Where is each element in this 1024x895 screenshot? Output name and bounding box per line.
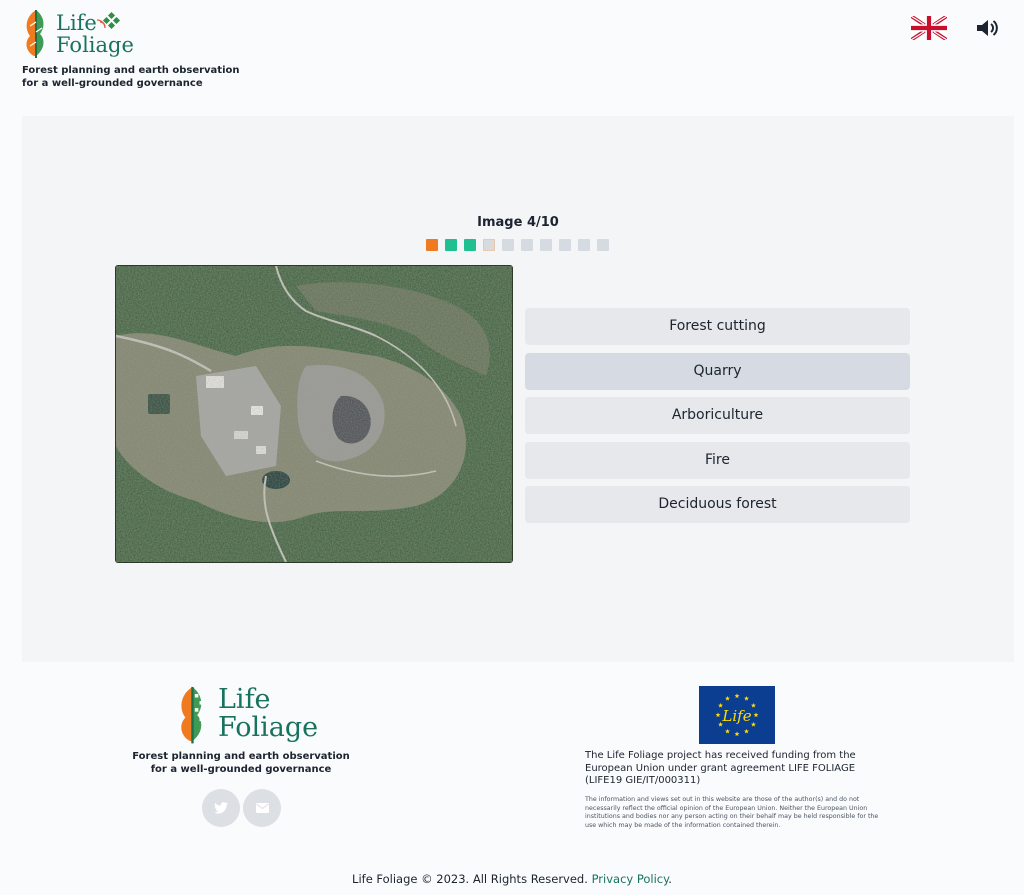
eu-logo-text: Life [721, 707, 751, 725]
progress-dot-3 [464, 239, 476, 251]
copyright: Life Foliage © 2023. All Rights Reserved… [0, 872, 1024, 886]
satellite-icon [96, 11, 121, 30]
progress-dot-5 [502, 239, 514, 251]
copyright-suffix: . [668, 872, 672, 886]
progress-dot-1 [426, 239, 438, 251]
answer-quarry[interactable]: Quarry [525, 352, 910, 390]
twitter-icon [214, 802, 228, 814]
uk-flag-icon[interactable] [911, 16, 947, 40]
quiz-panel: Image 4/10 Forest cutting Quarry Arboric… [22, 116, 1014, 662]
mail-icon [255, 803, 269, 813]
header: Life Foliage Forest planning and earth o… [0, 0, 1024, 116]
satellite-image [115, 265, 513, 563]
footer-logo-wordmark: Life Foliage [218, 686, 318, 742]
email-button[interactable] [243, 789, 281, 827]
answer-list: Forest cutting Quarry Arboriculture Fire… [525, 308, 910, 531]
progress-dot-4 [483, 239, 495, 251]
progress-dot-8 [559, 239, 571, 251]
eu-flag-icon: Life [699, 686, 775, 744]
progress-dot-6 [521, 239, 533, 251]
answer-forest-cutting[interactable]: Forest cutting [525, 308, 910, 345]
progress-dot-9 [578, 239, 590, 251]
progress-dot-7 [540, 239, 552, 251]
footer-tagline: Forest planning and earth observation fo… [130, 750, 352, 776]
privacy-policy-link[interactable]: Privacy Policy [592, 872, 669, 886]
progress-dot-2 [445, 239, 457, 251]
sound-icon[interactable] [975, 17, 999, 39]
footer-tagline-line-2: for a well-grounded governance [150, 764, 332, 775]
answer-deciduous-forest[interactable]: Deciduous forest [525, 486, 910, 523]
footer-logo-line-2: Foliage [218, 712, 319, 743]
logo[interactable]: Life Foliage [22, 8, 134, 62]
leaf-logo-icon [26, 10, 44, 58]
funding-statement: The Life Foliage project has received fu… [585, 750, 856, 786]
copyright-text: Life Foliage © 2023. All Rights Reserved… [352, 872, 592, 886]
logo-line-2: Foliage [56, 33, 134, 57]
satellite-image-graphic [116, 266, 512, 562]
leaf-logo-icon [181, 686, 204, 744]
answer-fire[interactable]: Fire [525, 441, 910, 479]
footer-logo-line-1: Life [218, 684, 271, 715]
progress-indicator [426, 239, 609, 251]
footer-logo[interactable]: Life Foliage [176, 682, 318, 744]
footer-tagline-line-1: Forest planning and earth observation [132, 751, 350, 762]
header-tagline: Forest planning and earth observation fo… [22, 64, 242, 90]
twitter-button[interactable] [202, 789, 240, 827]
image-counter: Image 4/10 [477, 215, 559, 230]
tagline-line-1: Forest planning and earth observation [22, 65, 240, 76]
eu-disclaimer: The information and views set out in thi… [585, 796, 879, 829]
answer-arboriculture[interactable]: Arboriculture [525, 397, 910, 434]
progress-dot-10 [597, 239, 609, 251]
tagline-line-2: for a well-grounded governance [22, 78, 203, 89]
footer: Life Foliage Forest planning and earth o… [0, 662, 1024, 895]
